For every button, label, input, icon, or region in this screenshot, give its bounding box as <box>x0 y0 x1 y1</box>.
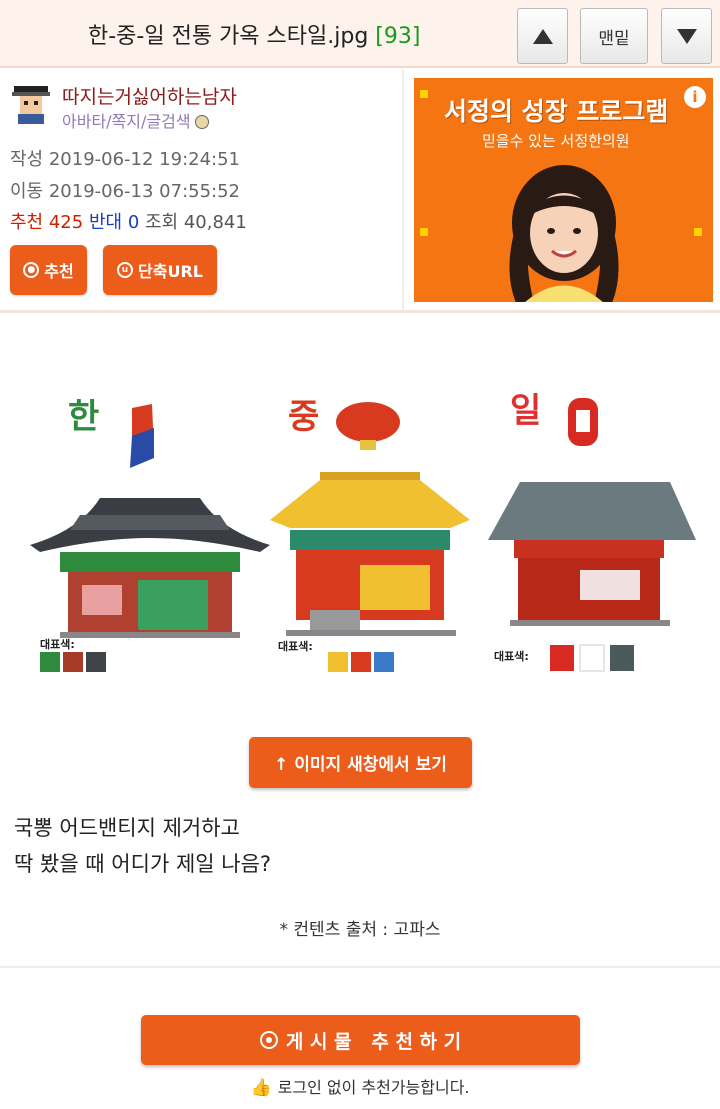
recommend-button[interactable]: ● 추천 <box>10 245 87 295</box>
recommend-count: 425 <box>48 212 84 233</box>
content-source: * 컨텐츠 출처 : 고파스 <box>279 920 441 940</box>
level-badge-icon <box>194 115 209 129</box>
body-line-2: 딱 봤을 때 어디가 제일 나음? <box>14 852 272 876</box>
view-count: 조회 40,841 <box>145 212 247 233</box>
ad-decoration <box>420 90 428 98</box>
post-stats: 추천 425 반대 0 조회 40,841 <box>10 208 247 234</box>
short-url-button-label: 단축URL <box>138 262 203 281</box>
written-date: 작성 2019-06-12 19:24:51 <box>10 149 241 170</box>
content-divider <box>0 966 720 968</box>
comment-count[interactable]: [93] <box>375 24 420 49</box>
view-image-new-window-button[interactable]: ↑ 이미지 새창에서 보기 <box>249 737 472 788</box>
ad-banner[interactable]: 서정의 성장 프로그램 믿을수 있는 서정한의원 i <box>414 78 713 302</box>
recommend-icon: ● <box>23 262 40 278</box>
ad-decoration <box>420 228 428 236</box>
ad-decoration <box>694 228 702 236</box>
chinese-house: 중 대표색: <box>270 397 470 672</box>
avatar[interactable] <box>10 82 52 124</box>
post-info: 따지는거싫어하는남자 아바타/쪽지/글검색 작성 2019-06-12 19:2… <box>0 70 402 310</box>
scroll-bottom-button[interactable]: 맨밑 <box>580 8 648 64</box>
content-image: 한 대표색: 중 대표색: 일 대표색: <box>30 391 696 672</box>
color-caption-korea: 대표색: <box>40 637 75 651</box>
post-title-text: 한-중-일 전통 가옥 스타일.jpg <box>88 24 369 49</box>
moved-date: 이동 2019-06-13 07:55:52 <box>10 181 241 202</box>
recommend-post-label: 게 시 물 추 천 하 기 <box>285 1030 462 1053</box>
house-label-korea: 한 <box>68 397 99 437</box>
vertical-divider <box>402 70 404 310</box>
author-links[interactable]: 아바타/쪽지/글검색 <box>62 108 209 132</box>
recommend-label: 추천 <box>10 212 44 233</box>
section-divider <box>0 310 720 313</box>
no-login-text: 로그인 없이 추천가능합니다. <box>277 1078 470 1097</box>
thumbs-up-icon: 👍 <box>250 1078 272 1098</box>
recommend-button-label: 추천 <box>44 262 74 281</box>
recommend-post-button[interactable]: 게 시 물 추 천 하 기 <box>141 1015 580 1065</box>
body-line-1: 국뽕 어드밴티지 제거하고 <box>14 816 240 840</box>
arrow-down-icon <box>676 28 697 44</box>
house-label-japan: 일 <box>510 391 541 431</box>
japanese-house: 일 대표색: <box>488 391 696 672</box>
house-label-china: 중 <box>288 397 319 437</box>
color-caption-china: 대표색: <box>278 639 313 653</box>
recommend-circle-icon <box>259 1031 278 1049</box>
url-icon: u <box>117 262 134 278</box>
post-title: 한-중-일 전통 가옥 스타일.jpg [93] <box>88 18 420 50</box>
ad-headline: 서정의 성장 프로그램 <box>444 97 669 126</box>
scroll-down-button[interactable] <box>661 8 712 64</box>
ad-info-icon[interactable]: i <box>684 86 706 108</box>
short-url-button[interactable]: u 단축URL <box>103 245 217 295</box>
author-name[interactable]: 따지는거싫어하는남자 <box>62 82 237 109</box>
korean-house: 한 대표색: <box>30 397 270 672</box>
arrow-up-icon <box>532 28 553 44</box>
oppose-label: 반대 <box>88 212 123 233</box>
oppose-count: 0 <box>127 212 140 233</box>
author-links-text[interactable]: 아바타/쪽지/글검색 <box>62 112 191 131</box>
top-bar: 한-중-일 전통 가옥 스타일.jpg [93] 맨밑 <box>0 0 720 68</box>
ad-subtitle: 믿을수 있는 서정한의원 <box>482 132 630 150</box>
no-login-note: 👍 로그인 없이 추천가능합니다. <box>0 1074 720 1098</box>
ad-girl-image <box>509 165 619 302</box>
scroll-up-button[interactable] <box>517 8 568 64</box>
color-caption-japan: 대표색: <box>494 649 529 663</box>
